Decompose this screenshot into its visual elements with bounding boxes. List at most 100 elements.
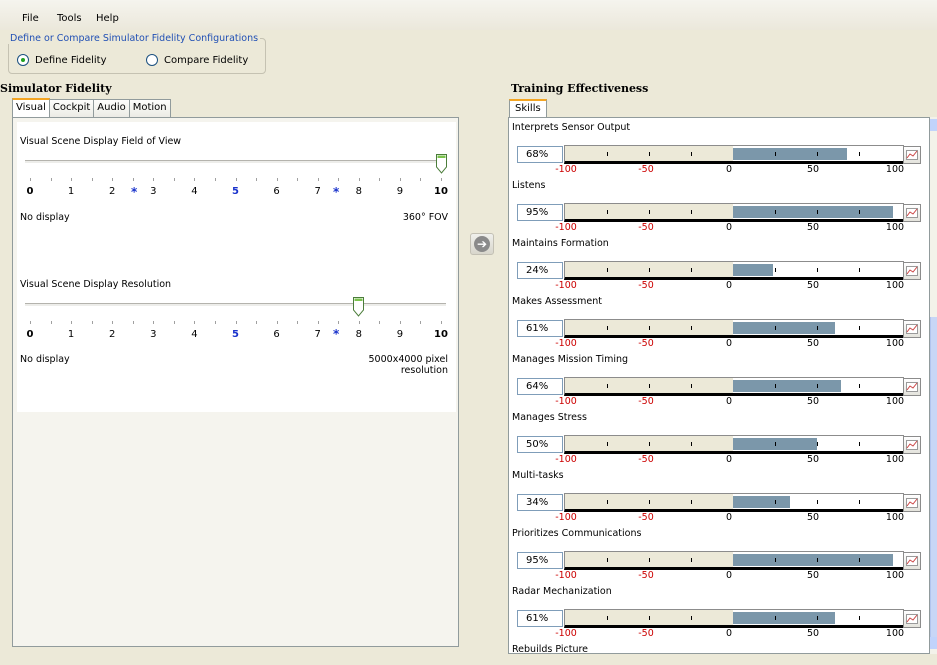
bar-tick (775, 326, 776, 330)
scroll-up-icon[interactable] (930, 119, 937, 131)
skill-row: Makes Assessment 61% -100 -50 0 50 100 (509, 296, 929, 354)
scale-tick (235, 321, 237, 324)
skill-name: Makes Assessment (512, 296, 602, 307)
tab-cockpit[interactable]: Cockpit (48, 99, 95, 117)
skill-percent-field[interactable]: 50% (517, 436, 563, 453)
scale-number: 5 (232, 329, 239, 340)
axis-label: 100 (885, 338, 905, 349)
resolution-slider-label: Visual Scene Display Resolution (20, 279, 172, 290)
skill-chart-button[interactable] (903, 146, 921, 164)
axis-label: -50 (638, 512, 654, 523)
scale-number: 7 (314, 329, 321, 340)
skill-effect-bar (564, 261, 904, 280)
bar-tick (607, 268, 608, 272)
skill-percent-field[interactable]: 24% (517, 262, 563, 279)
axis-label: 50 (806, 628, 820, 639)
bar-tick (775, 616, 776, 620)
scroll-thumb[interactable] (930, 317, 937, 637)
tab-motion[interactable]: Motion (128, 99, 171, 117)
skill-chart-button[interactable] (903, 552, 921, 570)
skill-percent-field[interactable]: 95% (517, 204, 563, 221)
scale-tick (50, 178, 52, 181)
bar-tick (859, 616, 860, 620)
skill-chart-button[interactable] (903, 320, 921, 338)
bar-tick (691, 500, 692, 504)
skill-percent-field[interactable]: 64% (517, 378, 563, 395)
scale-tick (317, 321, 319, 324)
resolution-max-text: 5000x4000 pixel resolution (368, 354, 448, 376)
scale-tick (297, 178, 299, 181)
scale-tick (173, 178, 175, 181)
scale-number: 1 (67, 186, 75, 197)
bar-tick (649, 326, 650, 330)
menu-help[interactable]: Help (96, 13, 119, 24)
bar-tick (691, 558, 692, 562)
scale-tick (338, 321, 340, 324)
tab-visual[interactable]: Visual (12, 98, 50, 117)
skill-effect-bar (564, 493, 904, 512)
scale-tick (379, 321, 381, 324)
resolution-slider-track[interactable] (25, 303, 446, 307)
bar-tick (859, 384, 860, 388)
axis-label: 50 (806, 338, 820, 349)
skill-percent-field[interactable]: 61% (517, 610, 563, 627)
skill-chart-button[interactable] (903, 494, 921, 512)
skill-chart-button[interactable] (903, 436, 921, 454)
scroll-down-icon[interactable] (930, 637, 937, 649)
apply-arrow-button[interactable]: ➔ (470, 233, 494, 255)
skill-name: Multi-tasks (512, 470, 564, 481)
fov-max-text: 360° FOV (402, 212, 448, 223)
menu-file[interactable]: File (22, 13, 39, 24)
axis-label: 0 (725, 396, 733, 407)
skill-effect-bar (564, 435, 904, 454)
bar-tick (649, 558, 650, 562)
scale-tick (71, 321, 73, 324)
skill-percent-field[interactable]: 95% (517, 552, 563, 569)
skill-chart-button[interactable] (903, 378, 921, 396)
bar-tick (649, 152, 650, 156)
skill-effect-fill (733, 206, 893, 218)
axis-label: 0 (725, 338, 733, 349)
resolution-slider-thumb[interactable] (353, 297, 364, 317)
scale-number: 10 (434, 329, 448, 340)
tab-skills[interactable]: Skills (509, 99, 547, 118)
fov-marker-star-icon: * (131, 185, 138, 199)
scale-number: 7 (314, 186, 321, 197)
config-group-title: Define or Compare Simulator Fidelity Con… (8, 33, 261, 44)
bar-tick (607, 152, 608, 156)
fov-slider-track[interactable] (25, 160, 446, 164)
axis-label: -50 (638, 338, 654, 349)
fov-marker-star-icon: * (333, 185, 340, 199)
axis-label: -50 (638, 164, 654, 175)
skill-percent-field[interactable]: 61% (517, 320, 563, 337)
bar-tick (859, 152, 860, 156)
bar-tick (817, 326, 818, 330)
bar-tick (691, 616, 692, 620)
define-fidelity-radio[interactable]: Define Fidelity (17, 54, 107, 66)
menu-tools[interactable]: Tools (57, 13, 82, 24)
scale-tick (235, 178, 237, 181)
skill-row: Listens 95% -100 -50 0 50 100 (509, 180, 929, 238)
bar-tick (649, 616, 650, 620)
fidelity-tabs: Visual Cockpit Audio Motion (12, 98, 171, 118)
scale-tick (194, 178, 196, 181)
skill-effect-fill (733, 554, 893, 566)
fov-slider-thumb[interactable] (436, 154, 447, 174)
scale-number: 9 (396, 186, 404, 197)
bar-tick (775, 268, 776, 272)
skill-percent-field[interactable]: 68% (517, 146, 563, 163)
bar-tick (817, 616, 818, 620)
skill-chart-button[interactable] (903, 204, 921, 222)
compare-fidelity-radio[interactable]: Compare Fidelity (146, 54, 248, 66)
axis-label: -100 (555, 454, 577, 465)
skills-scrollbar[interactable] (930, 117, 937, 654)
scale-tick (112, 321, 114, 324)
skill-chart-button[interactable] (903, 262, 921, 280)
skill-chart-button[interactable] (903, 610, 921, 628)
bar-tick (649, 210, 650, 214)
skill-row: Multi-tasks 34% -100 -50 0 50 100 (509, 470, 929, 528)
skill-percent-field[interactable]: 34% (517, 494, 563, 511)
scale-tick (30, 321, 31, 324)
scale-tick (317, 178, 319, 181)
tab-audio[interactable]: Audio (93, 99, 130, 117)
